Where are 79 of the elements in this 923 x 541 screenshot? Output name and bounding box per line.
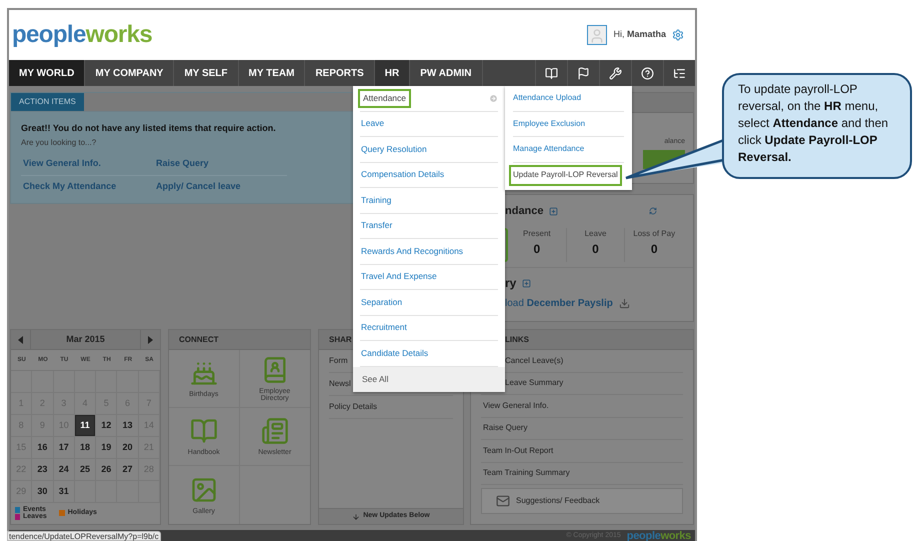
expand-icon[interactable] xyxy=(548,206,558,216)
menu-item[interactable]: Leave xyxy=(360,114,386,134)
menu-item[interactable]: Rewards And Recognitions xyxy=(360,242,464,261)
newspaper-icon xyxy=(260,417,289,445)
menu-item[interactable]: Query Resolution xyxy=(360,140,428,159)
menu-item[interactable]: Attendance xyxy=(358,88,412,108)
menu-item[interactable]: Training xyxy=(360,190,392,210)
stat-label: Leave xyxy=(584,228,606,240)
calendar-day[interactable]: 12 xyxy=(96,415,116,436)
quick-action-link[interactable]: Raise Query xyxy=(154,157,209,171)
user-greeting: Hi, Mamatha xyxy=(613,28,666,42)
mail-icon xyxy=(496,494,510,508)
nav-tab[interactable]: HR xyxy=(374,60,410,86)
calendar-day[interactable]: 18 xyxy=(74,437,96,458)
picture-icon xyxy=(190,476,218,504)
calendar-day[interactable]: 16 xyxy=(32,437,53,458)
down-arrow-icon xyxy=(352,512,360,520)
quick-link[interactable]: View General Info. xyxy=(481,400,549,412)
payroll-title: ry xyxy=(505,275,516,292)
book-icon xyxy=(190,417,218,445)
shared-document-link[interactable]: Policy Details xyxy=(329,401,378,413)
calendar-day[interactable]: 23 xyxy=(32,459,53,480)
shared-document-link[interactable]: Newsl xyxy=(329,378,351,390)
calendar-day[interactable]: 25 xyxy=(74,459,96,480)
menu-item[interactable]: Travel And Expense xyxy=(360,267,438,286)
panel-title: LINKS xyxy=(504,334,529,346)
calendar-day[interactable]: 20 xyxy=(117,437,138,458)
quick-link[interactable]: Team Training Summary xyxy=(481,467,570,480)
prompt-text: Are you looking to...? xyxy=(21,136,96,148)
attendance-title: ndance xyxy=(505,204,544,219)
left-triangle-icon xyxy=(18,336,23,344)
panel-title: SHAR xyxy=(328,334,352,346)
menu-item[interactable]: Transfer xyxy=(360,216,394,236)
menu-item[interactable]: Candidate Details xyxy=(360,344,430,363)
nav-tab[interactable]: MY WORLD xyxy=(9,60,86,86)
calendar-day[interactable]: 26 xyxy=(96,459,116,480)
settings-icon[interactable] xyxy=(672,29,684,41)
callout-text: To update payroll-LOP reversal, on the HR menu, select Attendance and then click Update Payroll-LOP Reversal. xyxy=(738,81,890,166)
avatar[interactable] xyxy=(587,25,608,45)
stat-value: 0 xyxy=(533,240,540,258)
quick-link[interactable]: Team In-Out Report xyxy=(481,444,554,457)
calendar-day[interactable]: 27 xyxy=(117,459,138,480)
shared-document-link[interactable]: Form xyxy=(329,355,348,367)
action-items-tab[interactable]: ACTION ITEMS xyxy=(11,93,84,111)
peopleworks-logo: peopleworks xyxy=(12,23,152,47)
calendar-day[interactable]: 31 xyxy=(54,481,74,502)
no-actions-message: Great!! You do not have any listed items that require action. xyxy=(21,122,276,135)
stat-value: 0 xyxy=(650,240,658,258)
stat-value: 0 xyxy=(592,240,599,258)
quick-link[interactable]: Raise Query xyxy=(481,422,528,434)
peopleworks-logo: peopleworks xyxy=(626,528,691,541)
stat-label: Loss of Pay xyxy=(633,228,676,240)
submenu-item[interactable]: Attendance Upload xyxy=(513,88,582,109)
payslip-download-link[interactable]: load December Payslip xyxy=(505,296,613,311)
calendar-day[interactable]: 19 xyxy=(96,437,116,458)
quick-action-link[interactable]: View General Info. xyxy=(21,157,101,171)
stat-label: Present xyxy=(523,228,551,240)
menu-item[interactable]: See All xyxy=(361,370,390,389)
menu-item[interactable]: Separation xyxy=(360,292,404,312)
feedback-button[interactable]: Suggestions/ Feedback xyxy=(481,488,683,514)
quick-action-link[interactable]: Apply/ Cancel leave xyxy=(154,180,241,194)
download-icon[interactable] xyxy=(618,298,630,309)
calendar-day[interactable]: 13 xyxy=(117,415,138,436)
calendar-day[interactable]: 11 xyxy=(74,415,96,436)
status-url: tendence/UpdateLOPReversalMy?p=l9b/c xyxy=(7,531,161,541)
calendar-day[interactable]: 30 xyxy=(32,481,53,502)
quick-action-link[interactable]: Check My Attendance xyxy=(21,180,116,194)
menu-item[interactable]: Recruitment xyxy=(360,318,408,338)
refresh-icon[interactable] xyxy=(649,207,657,216)
submenu-item[interactable]: Employee Exclusion xyxy=(513,113,586,134)
right-triangle-icon xyxy=(148,336,153,344)
menu-item[interactable]: Compensation Details xyxy=(360,165,446,184)
submenu-item[interactable]: Manage Attendance xyxy=(513,138,584,160)
calendar-day[interactable]: 24 xyxy=(54,459,74,480)
expand-icon[interactable] xyxy=(522,278,532,288)
submenu-item[interactable]: Update Payroll-LOP Reversal xyxy=(509,164,622,186)
panel-title: CONNECT xyxy=(178,334,219,346)
calendar-month: Mar 2015 xyxy=(65,332,106,346)
calendar-day[interactable]: 17 xyxy=(54,437,74,458)
